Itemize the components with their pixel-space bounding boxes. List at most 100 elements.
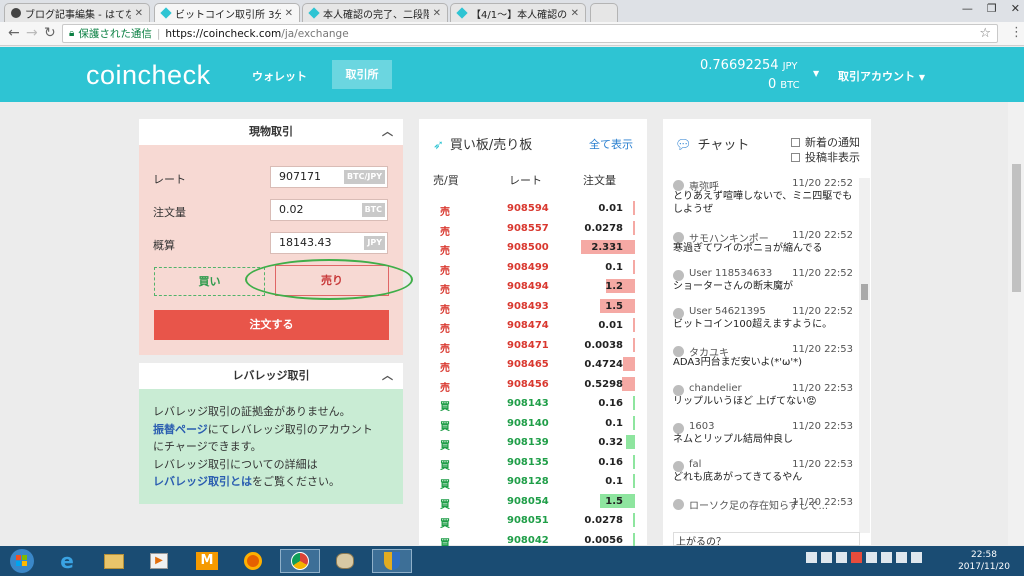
media-player-icon[interactable]: ▶ [144, 549, 174, 573]
tray-ime-icon[interactable] [821, 552, 832, 563]
chat-scrollbar[interactable] [859, 178, 870, 533]
balance-jpy-value: 0.76692254 [700, 58, 779, 73]
security-shield-icon[interactable] [372, 549, 412, 573]
address-bar[interactable]: 🔒︎ 保護された通信 | https://coincheck.com /ja/e… [62, 24, 998, 43]
row-amount: 0.32 [598, 437, 623, 448]
chevron-up-icon[interactable]: ︿ [382, 119, 393, 145]
close-icon[interactable]: ✕ [285, 8, 293, 19]
chat-input[interactable]: 上がるの？ [673, 532, 860, 546]
row-depth-edge [633, 337, 635, 352]
order-book-row[interactable]: 買 908051 0.0278 [419, 512, 647, 532]
order-book-row[interactable]: 売 908499 0.1 [419, 259, 647, 279]
order-book-row[interactable]: 売 908465 0.4724 [419, 356, 647, 376]
tray-keyboard-icon[interactable] [806, 552, 817, 563]
page-scroll-thumb[interactable] [1012, 164, 1021, 292]
system-tray [806, 552, 922, 563]
row-rate: 908139 [507, 437, 549, 448]
page-scrollbar[interactable] [1008, 102, 1024, 545]
browser-menu-icon[interactable]: ⋮ [1010, 25, 1023, 41]
transfer-page-link[interactable]: 振替ページ [153, 423, 208, 436]
order-book-row[interactable]: 売 908493 1.5 [419, 298, 647, 318]
close-icon[interactable]: ✕ [571, 8, 579, 19]
chat-username[interactable]: User 54621395 [689, 306, 766, 317]
chat-username[interactable]: User 118534633 [689, 268, 772, 279]
row-rate: 908135 [507, 456, 549, 468]
chat-scroll-thumb[interactable] [861, 284, 868, 300]
forward-icon[interactable]: → [26, 25, 38, 41]
order-book-row[interactable]: 買 908135 0.16 [419, 454, 647, 474]
checkbox-icon[interactable] [791, 153, 800, 162]
order-book-row[interactable]: 売 908494 1.2 [419, 278, 647, 298]
total-input[interactable]: 18143.43 JPY [270, 232, 388, 254]
chat-text: とりあえず喧嘩しないで、ミニ四駆でもしようぜ [673, 191, 853, 215]
spot-trade-header[interactable]: 現物取引 ︿ [139, 119, 403, 145]
checkbox-icon[interactable] [791, 138, 800, 147]
balance-dropdown-icon[interactable]: ▼ [813, 69, 819, 78]
total-unit-badge: JPY [364, 236, 385, 250]
chevron-up-icon[interactable]: ︿ [382, 363, 393, 389]
order-book-panel: ➶ 買い板/売り板 全て表示 売/買 レート 注文量 売 908594 0.01 売 90… [419, 119, 647, 550]
row-side: 買 [440, 402, 450, 413]
tray-battery-icon[interactable] [896, 552, 907, 563]
back-icon[interactable]: ← [8, 25, 20, 41]
firefox-icon[interactable] [238, 549, 268, 573]
paint-icon[interactable] [330, 549, 360, 573]
app-m-icon[interactable]: M [192, 549, 222, 573]
order-book-row[interactable]: 買 908143 0.16 [419, 395, 647, 415]
tray-app-icon[interactable] [836, 552, 847, 563]
taskbar-clock[interactable]: 22:58 2017/11/20 [954, 549, 1014, 573]
order-book-row[interactable]: 売 908557 0.0278 [419, 220, 647, 240]
coincheck-logo[interactable]: coincheck [86, 60, 211, 91]
order-book-row[interactable]: 買 908140 0.1 [419, 415, 647, 435]
close-window-icon[interactable]: ✕ [1011, 0, 1020, 18]
notify-checkbox[interactable]: 新着の通知 [791, 134, 860, 150]
tray-monitor-icon[interactable] [881, 552, 892, 563]
close-icon[interactable]: ✕ [433, 8, 441, 19]
order-book-row[interactable]: 買 908128 0.1 [419, 473, 647, 493]
tray-network-icon[interactable] [866, 552, 877, 563]
order-book-row[interactable]: 売 908471 0.0038 [419, 337, 647, 357]
leverage-text-4: レバレッジ取引についての詳細は [153, 457, 318, 471]
chrome-icon[interactable] [280, 549, 320, 573]
reload-icon[interactable]: ↻ [44, 25, 56, 41]
amount-input[interactable]: 0.02 BTC [270, 199, 388, 221]
new-tab-button[interactable] [590, 3, 618, 22]
tray-volume-icon[interactable] [911, 552, 922, 563]
order-book-row[interactable]: 売 908474 0.01 [419, 317, 647, 337]
windows-taskbar: e ▶ M 22:58 2017/11/20 [0, 546, 1024, 576]
explorer-icon[interactable] [99, 549, 129, 573]
leverage-info-link[interactable]: レバレッジ取引とは [153, 475, 252, 488]
browser-tab-3[interactable]: 本人確認の完了、二段階 ✕ [302, 3, 448, 22]
minimize-icon[interactable]: — [962, 0, 973, 18]
place-order-button[interactable]: 注文する [154, 310, 389, 340]
ie-icon[interactable]: e [52, 549, 82, 573]
bookmark-star-icon[interactable]: ☆ [979, 26, 991, 41]
close-icon[interactable]: ✕ [135, 8, 143, 19]
nav-wallet[interactable]: ウォレット [252, 68, 307, 84]
browser-tab-2[interactable]: ビットコイン取引所 3分 ✕ [154, 3, 300, 22]
order-book-row[interactable]: 買 908139 0.32 [419, 434, 647, 454]
chat-username[interactable]: 1603 [689, 421, 714, 432]
chat-username[interactable]: fal [689, 459, 701, 470]
leverage-header[interactable]: レバレッジ取引 ︿ [139, 363, 403, 389]
maximize-icon[interactable]: ❐ [987, 0, 997, 18]
order-book-row[interactable]: 売 908456 0.5298 [419, 376, 647, 396]
order-book-row[interactable]: 売 908594 0.01 [419, 200, 647, 220]
nav-exchange[interactable]: 取引所 [332, 60, 392, 89]
start-button[interactable] [4, 549, 40, 573]
browser-tab-1[interactable]: ブログ記事編集 - はてな ✕ [4, 3, 150, 22]
browser-tab-bar: ブログ記事編集 - はてな ✕ ビットコイン取引所 3分 ✕ 本人確認の完了、二… [0, 0, 1024, 22]
rate-input[interactable]: 907171 BTC/JPY [270, 166, 388, 188]
chat-messages[interactable]: 専弥呼 11/20 22:52 とりあえず喧嘩しないで、ミニ四駆でもしようぜ サモハン… [669, 178, 853, 538]
hide-posts-checkbox[interactable]: 投稿非表示 [791, 149, 860, 165]
chat-username[interactable]: chandelier [689, 383, 742, 394]
order-book-row[interactable]: 売 908500 2.331 [419, 239, 647, 259]
avatar-icon [673, 461, 684, 472]
row-depth-edge [633, 532, 635, 547]
browser-tab-4[interactable]: 【4/1〜】本人確認の状 ✕ [450, 3, 586, 22]
show-all-link[interactable]: 全て表示 [589, 136, 633, 152]
order-book-row[interactable]: 買 908054 1.5 [419, 493, 647, 513]
tray-flag-icon[interactable] [851, 552, 862, 563]
account-menu[interactable]: 取引アカウント ▼ [838, 68, 925, 84]
row-rate: 908054 [507, 495, 549, 507]
